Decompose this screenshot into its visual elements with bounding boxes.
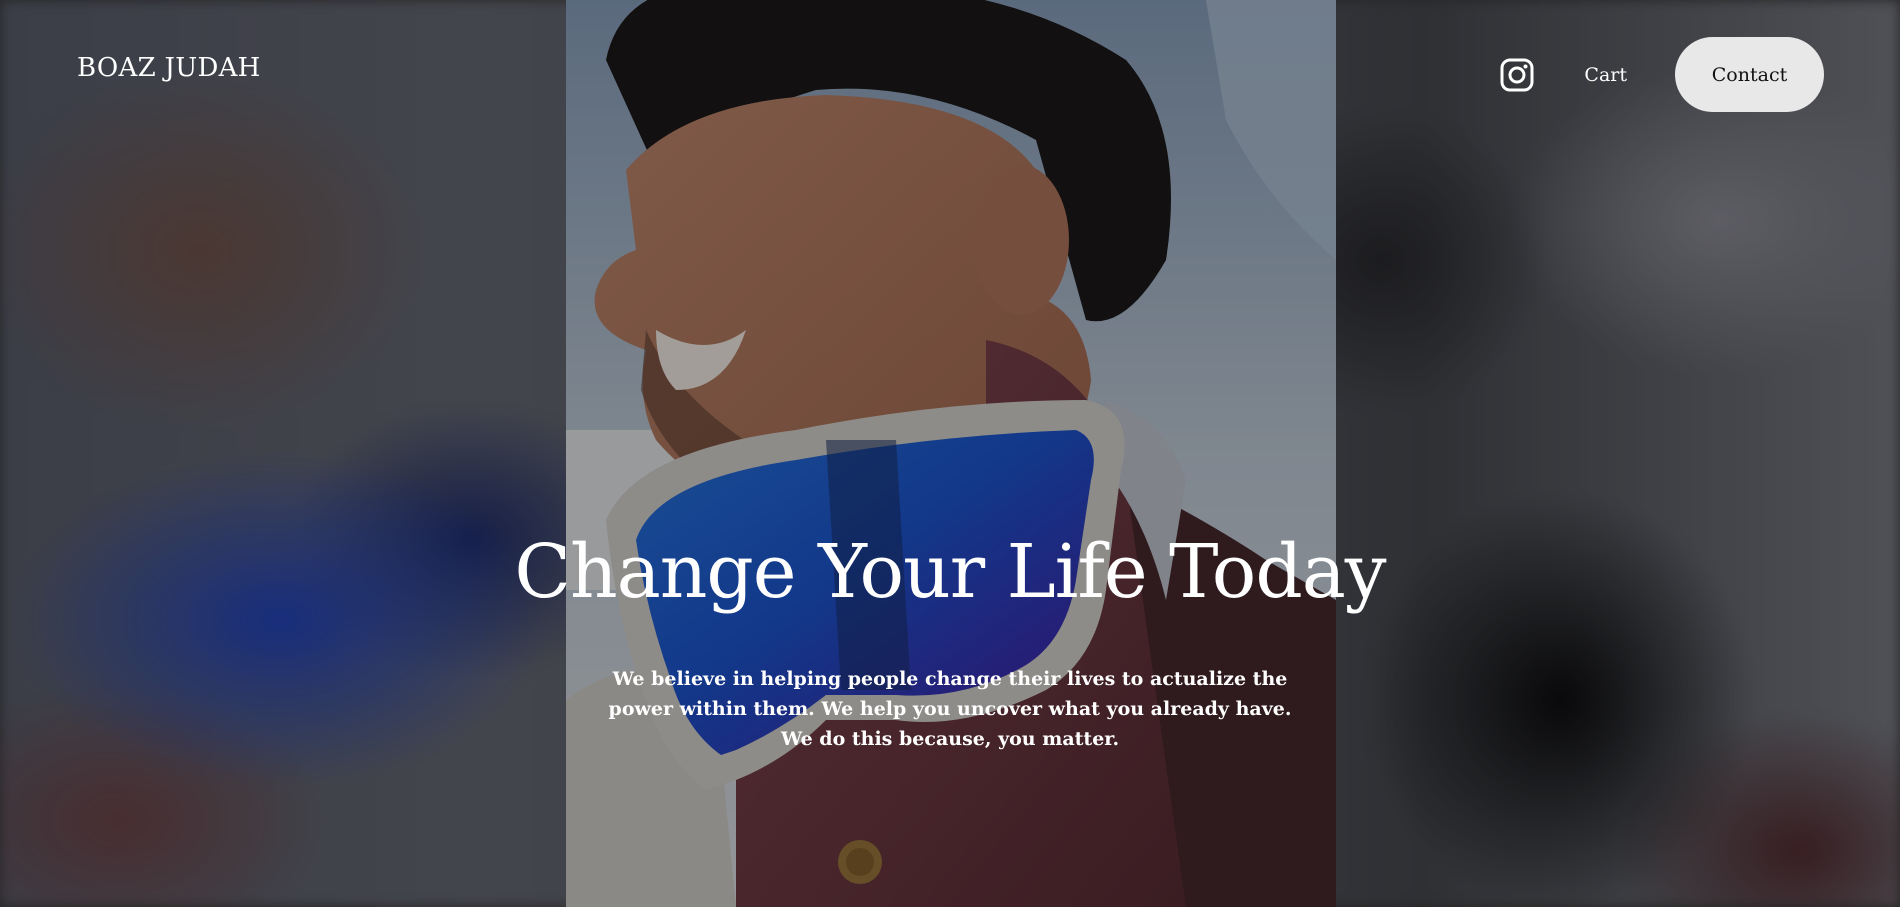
instagram-icon (1500, 58, 1534, 91)
hero-subtitle: We believe in helping people change thei… (608, 668, 1292, 750)
cart-link[interactable]: Cart (1584, 64, 1627, 86)
hero-photo (566, 0, 1336, 907)
hero-title: Change Your Life Today (514, 529, 1386, 615)
instagram-link[interactable] (1498, 56, 1536, 94)
page: BOAZ JUDAH Cart Contact Change Your Life… (0, 0, 1900, 907)
site-title[interactable]: BOAZ JUDAH (77, 53, 261, 83)
header-nav: Cart Contact (1498, 37, 1824, 112)
contact-button[interactable]: Contact (1675, 37, 1824, 112)
